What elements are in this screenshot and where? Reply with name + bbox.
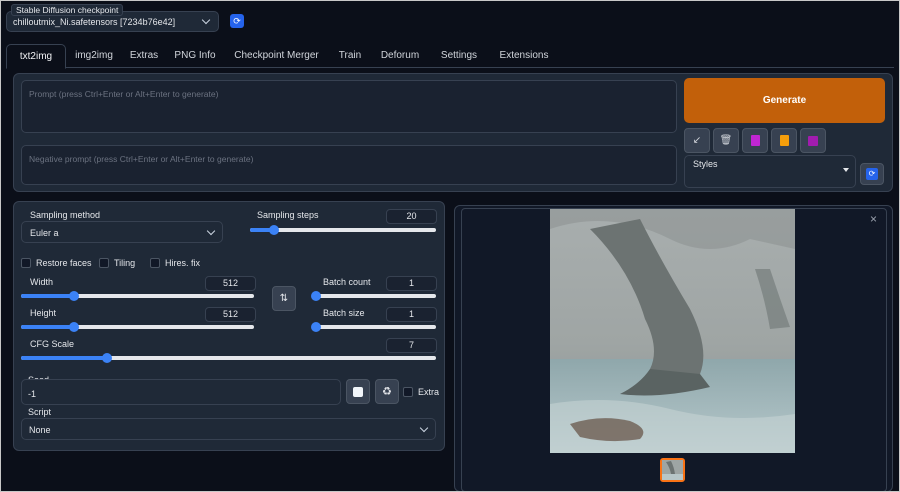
gallery-thumbnail[interactable] — [660, 458, 685, 482]
restore-faces-label: Restore faces — [36, 258, 92, 268]
batch-count-label: Batch count — [323, 277, 371, 287]
negative-prompt-input[interactable]: Negative prompt (press Ctrl+Enter or Alt… — [21, 145, 677, 185]
tiling-checkbox[interactable] — [99, 258, 109, 268]
checkpoint-label: Stable Diffusion checkpoint — [11, 4, 124, 16]
save-style-button[interactable] — [800, 128, 826, 153]
tiling-label: Tiling — [114, 258, 136, 268]
refresh-checkpoint-button[interactable]: ⟳ — [230, 14, 244, 28]
tab-extras[interactable]: Extras — [122, 44, 166, 68]
seed-input[interactable]: -1 — [21, 379, 341, 405]
arrow-icon: ↙ — [692, 135, 702, 146]
slider-thumb[interactable] — [311, 322, 321, 332]
dice-icon — [353, 386, 363, 397]
height-input[interactable]: 512 — [205, 307, 256, 322]
slider-fill — [21, 356, 107, 360]
random-seed-button[interactable] — [346, 379, 370, 404]
height-label: Height — [30, 308, 57, 318]
slider-thumb[interactable] — [311, 291, 321, 301]
height-slider[interactable] — [21, 322, 254, 332]
thumbnail-image — [662, 460, 683, 480]
save-icon — [808, 135, 818, 146]
chevron-down-icon — [206, 226, 216, 236]
width-slider[interactable] — [21, 291, 254, 301]
batch-count-slider[interactable] — [311, 291, 436, 301]
width-label: Width — [30, 277, 54, 287]
read-params-button[interactable]: ↙ — [684, 128, 710, 153]
hires-fix-label: Hires. fix — [165, 258, 201, 268]
slider-thumb[interactable] — [68, 291, 79, 301]
sampling-method-select[interactable]: Euler a — [21, 221, 223, 243]
caret-down-icon — [843, 168, 849, 172]
clipboard-icon — [779, 135, 789, 146]
tab-img2img[interactable]: img2img — [66, 44, 122, 68]
batch-size-slider[interactable] — [311, 322, 436, 332]
trash-icon: 🗑 — [719, 135, 733, 146]
sampling-method-label: Sampling method — [30, 210, 101, 220]
clear-prompt-button[interactable]: 🗑 — [713, 128, 739, 153]
sampling-method-value: Euler a — [30, 228, 59, 238]
batch-size-input[interactable]: 1 — [386, 307, 437, 322]
batch-size-label: Batch size — [323, 308, 365, 318]
script-label: Script — [28, 407, 52, 417]
sampling-steps-input[interactable]: 20 — [386, 209, 437, 224]
slider-fill — [21, 294, 74, 298]
refresh-icon: ⟳ — [233, 15, 241, 26]
apply-style-button[interactable] — [771, 128, 797, 153]
show-extra-networks-button[interactable] — [742, 128, 768, 153]
width-input[interactable]: 512 — [205, 276, 256, 291]
tab-train[interactable]: Train — [329, 44, 371, 68]
negative-prompt-placeholder: Negative prompt (press Ctrl+Enter or Alt… — [29, 154, 254, 164]
checkpoint-value: chilloutmix_Ni.safetensors [7234b76e42] — [13, 17, 176, 27]
tab-png-info[interactable]: PNG Info — [166, 44, 224, 68]
main-tabs: txt2img img2img Extras PNG Info Checkpoi… — [6, 44, 894, 69]
restore-faces-checkbox[interactable] — [21, 258, 31, 268]
extra-seed-checkbox[interactable] — [403, 387, 413, 397]
batch-count-input[interactable]: 1 — [386, 276, 437, 291]
script-select[interactable]: None — [21, 418, 436, 440]
chevron-down-icon — [201, 15, 211, 25]
prompt-placeholder: Prompt (press Ctrl+Enter or Alt+Enter to… — [29, 89, 219, 99]
slider-thumb[interactable] — [68, 322, 79, 332]
extra-seed-label: Extra — [418, 387, 440, 397]
sampling-steps-label: Sampling steps — [257, 210, 319, 220]
slider-thumb[interactable] — [268, 225, 279, 235]
tab-deforum[interactable]: Deforum — [371, 44, 429, 68]
close-icon[interactable]: × — [870, 212, 877, 226]
cfg-scale-label: CFG Scale — [30, 339, 75, 349]
refresh-icon: ⟳ — [866, 168, 878, 180]
tab-txt2img[interactable]: txt2img — [6, 44, 66, 69]
swap-icon: ⇅ — [279, 293, 289, 304]
cfg-scale-input[interactable]: 7 — [386, 338, 437, 353]
tab-extensions[interactable]: Extensions — [489, 44, 559, 68]
tab-checkpoint-merger[interactable]: Checkpoint Merger — [224, 44, 329, 68]
hires-fix-checkbox[interactable] — [150, 258, 160, 268]
tab-settings[interactable]: Settings — [429, 44, 489, 68]
swap-dimensions-button[interactable]: ⇅ — [272, 286, 296, 311]
generated-image[interactable] — [550, 209, 795, 453]
seed-value: -1 — [28, 389, 37, 399]
refresh-styles-button[interactable]: ⟳ — [860, 163, 884, 185]
styles-label: Styles — [693, 159, 718, 169]
prompt-input[interactable]: Prompt (press Ctrl+Enter or Alt+Enter to… — [21, 80, 677, 133]
recycle-icon: ♻ — [382, 386, 392, 398]
script-value: None — [29, 425, 51, 435]
cfg-scale-slider[interactable] — [21, 353, 436, 363]
chevron-down-icon — [419, 423, 429, 433]
sampling-steps-slider[interactable] — [250, 225, 436, 235]
slider-thumb[interactable] — [101, 353, 112, 363]
reuse-seed-button[interactable]: ♻ — [375, 379, 399, 404]
slider-fill — [21, 325, 74, 329]
generate-button[interactable]: Generate — [684, 78, 885, 123]
styles-select[interactable]: Styles — [684, 155, 856, 188]
card-icon — [750, 135, 760, 146]
